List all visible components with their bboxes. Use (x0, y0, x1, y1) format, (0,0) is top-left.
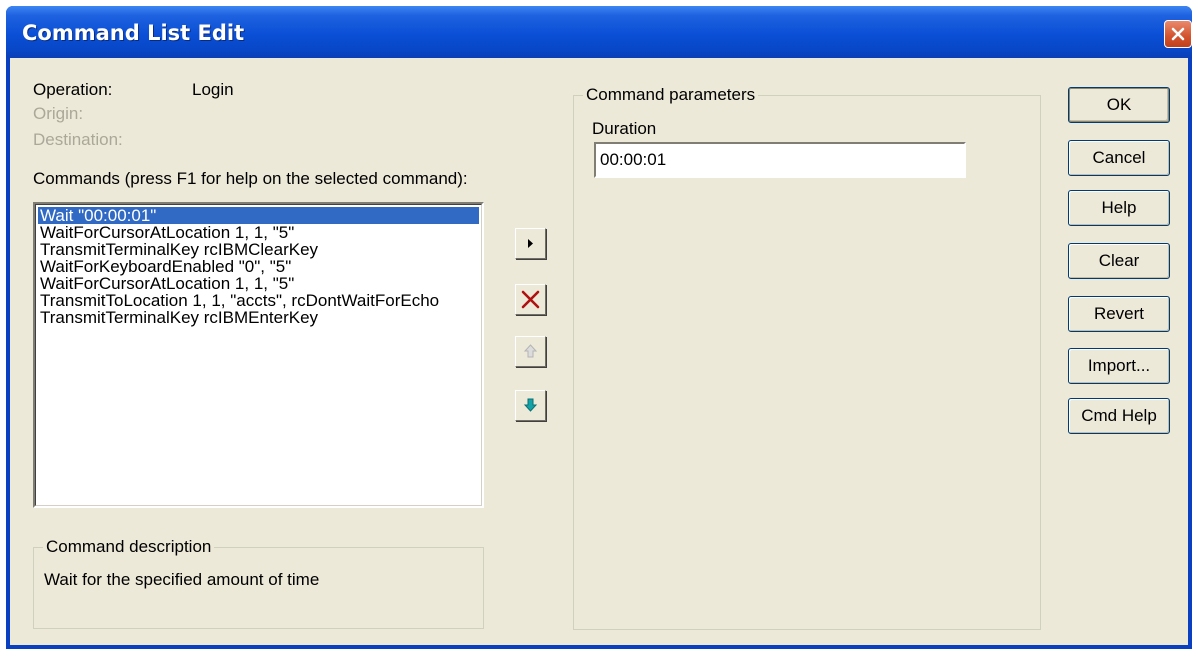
revert-button[interactable]: Revert (1068, 296, 1170, 332)
command-item[interactable]: WaitForCursorAtLocation 1, 1, "5" (36, 224, 481, 241)
delete-command-button[interactable] (515, 284, 546, 315)
cmd-help-button[interactable]: Cmd Help (1068, 398, 1170, 434)
origin-label: Origin: (33, 104, 84, 123)
close-button[interactable] (1164, 20, 1192, 48)
duration-label: Duration (592, 119, 657, 138)
command-description-text: Wait for the specified amount of time (44, 570, 320, 589)
command-item[interactable]: TransmitTerminalKey rcIBMClearKey (36, 241, 481, 258)
clear-button[interactable]: Clear (1068, 243, 1170, 279)
command-item[interactable]: TransmitToLocation 1, 1, "accts", rcDont… (36, 292, 481, 309)
delete-x-icon (521, 290, 540, 309)
command-parameters-title: Command parameters (583, 85, 759, 105)
operation-value: Login (192, 80, 234, 99)
dialog-body: Operation: Login Origin: Destination: Co… (10, 58, 1188, 645)
move-up-button[interactable] (515, 336, 546, 367)
help-button[interactable]: Help (1068, 190, 1170, 226)
close-icon (1171, 27, 1185, 41)
commands-label: Commands (press F1 for help on the selec… (33, 169, 468, 188)
command-item[interactable]: WaitForCursorAtLocation 1, 1, "5" (36, 275, 481, 292)
arrow-right-icon (528, 239, 533, 248)
dialog-window: Command List Edit Operation: Login Origi… (6, 6, 1192, 649)
move-down-button[interactable] (515, 390, 546, 421)
insert-command-button[interactable] (515, 228, 546, 259)
title-bar[interactable]: Command List Edit (6, 6, 1192, 58)
commands-listbox[interactable]: Wait "00:00:01" WaitForCursorAtLocation … (33, 202, 484, 508)
command-item[interactable]: WaitForKeyboardEnabled "0", "5" (36, 258, 481, 275)
command-item[interactable]: Wait "00:00:01" (38, 207, 479, 224)
arrow-up-icon (523, 344, 538, 358)
command-description-title: Command description (43, 537, 215, 557)
commands-list: Wait "00:00:01" WaitForCursorAtLocation … (35, 204, 482, 506)
duration-input[interactable] (594, 142, 966, 178)
window-title: Command List Edit (22, 21, 245, 45)
ok-button[interactable]: OK (1068, 87, 1170, 123)
import-button[interactable]: Import... (1068, 348, 1170, 384)
cancel-button[interactable]: Cancel (1068, 140, 1170, 176)
operation-label: Operation: (33, 80, 113, 99)
command-description-group: Command description Wait for the specifi… (33, 537, 484, 629)
arrow-down-icon (523, 398, 538, 412)
destination-label: Destination: (33, 130, 123, 149)
command-item[interactable]: TransmitTerminalKey rcIBMEnterKey (36, 309, 481, 326)
